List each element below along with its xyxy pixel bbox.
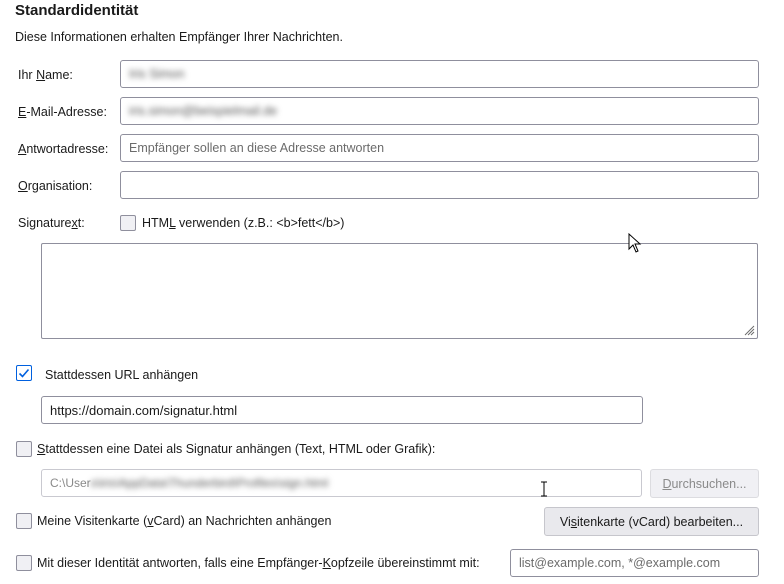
- name-field[interactable]: Iris Simon: [120, 60, 759, 88]
- reply-to-label: Antwortadresse:: [18, 142, 109, 156]
- checkmark-icon: [18, 368, 30, 378]
- signature-label: Signaturext:: [18, 216, 85, 230]
- reply-identity-checkbox[interactable]: [16, 555, 32, 571]
- html-checkbox-label: HTML verwenden (z.B.: <b>fett</b>): [142, 216, 345, 230]
- reply-header-match-field[interactable]: [510, 549, 759, 577]
- attach-url-label: Stattdessen URL anhängen: [45, 368, 199, 382]
- edit-vcard-button[interactable]: Visitenkarte (vCard) bearbeiten...: [544, 507, 759, 536]
- name-label: Ihr Name:: [18, 68, 73, 82]
- signature-file-path-field[interactable]: C:\Users\iris\AppData\Thunderbird\Profil…: [41, 469, 642, 497]
- organization-field[interactable]: [120, 171, 759, 199]
- html-checkbox[interactable]: [120, 215, 136, 231]
- reply-identity-label: Mit dieser Identität antworten, falls ei…: [37, 556, 480, 570]
- section-title: Standardidentität: [15, 2, 139, 19]
- email-field[interactable]: iris.simon@beispielmail.de: [120, 97, 759, 125]
- organization-label: Organisation:: [18, 179, 93, 193]
- attach-vcard-checkbox[interactable]: [16, 513, 32, 529]
- text-cursor-icon: [541, 481, 547, 497]
- attach-file-label: Stattdessen eine Datei als Signatur anhä…: [37, 442, 436, 456]
- browse-button[interactable]: Durchsuchen...: [650, 469, 759, 498]
- attach-url-checkbox[interactable]: [16, 365, 32, 381]
- resize-grip-icon[interactable]: [743, 324, 755, 336]
- mouse-pointer-icon: [628, 233, 642, 253]
- section-description: Diese Informationen erhalten Empfänger I…: [15, 30, 343, 44]
- signature-url-field[interactable]: [41, 396, 643, 424]
- email-label: E-Mail-Adresse:: [18, 105, 107, 119]
- signature-textarea[interactable]: [41, 243, 758, 339]
- attach-vcard-label: Meine Visitenkarte (vCard) an Nachrichte…: [37, 514, 332, 528]
- attach-file-checkbox[interactable]: [16, 441, 32, 457]
- reply-to-field[interactable]: [120, 134, 759, 162]
